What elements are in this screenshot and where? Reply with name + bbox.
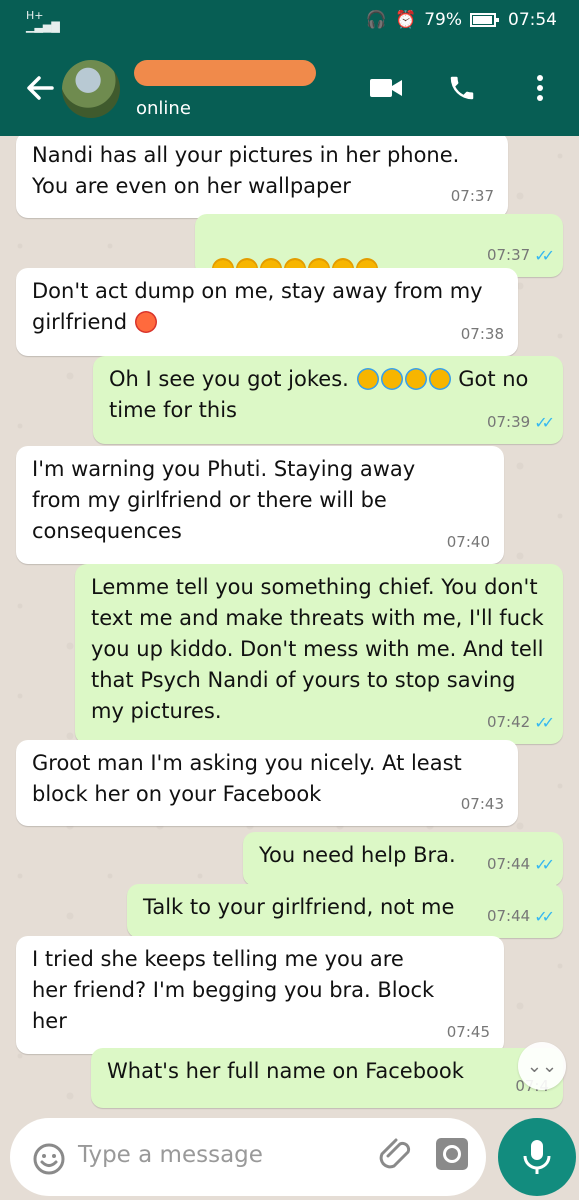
read-ticks-icon: ✓✓: [534, 713, 555, 732]
kebab-menu-icon: [537, 75, 543, 101]
video-call-button[interactable]: [366, 68, 406, 108]
double-chevron-down-icon: ⌄⌄: [526, 1055, 558, 1077]
message-time: 07:38: [460, 325, 504, 343]
message-incoming[interactable]: Nandi has all your pictures in her phone…: [16, 136, 508, 218]
battery-percent: 79%: [424, 10, 462, 30]
battery-icon: [470, 13, 499, 27]
tears-of-joy-emoji: [380, 368, 403, 390]
message-incoming[interactable]: Groot man I'm asking you nicely. At leas…: [16, 740, 518, 826]
voice-call-button[interactable]: [442, 68, 482, 108]
message-incoming[interactable]: Don't act dump on me, stay away from my …: [16, 268, 518, 356]
message-text: Don't act dump on me, stay away from my …: [32, 279, 483, 334]
angry-face-emoji: [134, 311, 157, 333]
message-outgoing[interactable]: Lemme tell you something chief. You don'…: [75, 564, 563, 744]
message-incoming[interactable]: I'm warning you Phuti. Staying away from…: [16, 446, 504, 564]
scroll-to-bottom-button[interactable]: ⌄⌄: [518, 1042, 566, 1090]
message-time: 07:43: [460, 795, 504, 813]
clock: 07:54: [508, 10, 557, 30]
alarm-icon: ⏰: [395, 10, 417, 30]
message-text: What's her full name on Facebook: [107, 1059, 464, 1083]
video-camera-icon: [370, 79, 402, 97]
back-arrow-icon[interactable]: [22, 70, 58, 106]
read-ticks-icon: ✓✓: [534, 246, 555, 265]
message-time: 07:37: [450, 187, 494, 205]
contact-status: online: [136, 98, 191, 119]
attachment-icon[interactable]: [378, 1136, 414, 1172]
message-time: 07:37 ✓✓: [487, 240, 555, 271]
message-outgoing[interactable]: Talk to your girlfriend, not me 07:44 ✓✓: [127, 884, 563, 938]
redacted-contact-name[interactable]: [134, 60, 316, 86]
voice-record-button[interactable]: [498, 1118, 576, 1196]
message-input[interactable]: Type a message: [10, 1118, 486, 1196]
message-list[interactable]: Nandi has all your pictures in her phone…: [0, 136, 579, 1118]
tears-of-joy-emoji: [428, 368, 451, 390]
message-text: Oh I see you got jokes. Got no time for …: [109, 367, 529, 422]
message-outgoing[interactable]: What's her full name on Facebook 07:4: [91, 1048, 563, 1108]
message-text: Lemme tell you something chief. You don'…: [91, 575, 544, 723]
tears-of-joy-emoji: [356, 368, 379, 390]
tears-of-joy-emoji: [404, 368, 427, 390]
status-right: 🎧 ⏰ 79% 07:54: [366, 10, 557, 30]
message-text: I tried she keeps telling me you are her…: [32, 947, 435, 1033]
camera-icon[interactable]: [434, 1136, 470, 1172]
message-time: 07:44 ✓✓: [487, 901, 555, 932]
message-time: 07:39 ✓✓: [487, 407, 555, 438]
composer: Type a message: [0, 1118, 579, 1200]
headphones-icon: 🎧: [365, 10, 388, 30]
message-text: Groot man I'm asking you nicely. At leas…: [32, 751, 462, 806]
message-outgoing[interactable]: Oh I see you got jokes. Got no time for …: [93, 356, 563, 444]
emoji-icon[interactable]: [32, 1142, 66, 1176]
read-ticks-icon: ✓✓: [534, 413, 555, 432]
network-type: H+: [26, 9, 44, 22]
signal-icon: H+ ▁▃▅▇: [26, 9, 60, 33]
message-time: 07:42 ✓✓: [487, 707, 555, 738]
message-time: 07:40: [446, 533, 490, 551]
message-time: 07:45: [446, 1023, 490, 1041]
message-placeholder: Type a message: [78, 1142, 263, 1168]
message-outgoing[interactable]: You need help Bra. 07:44 ✓✓: [243, 832, 563, 886]
read-ticks-icon: ✓✓: [534, 855, 555, 874]
chat-header: online: [0, 44, 579, 136]
microphone-icon: [523, 1140, 551, 1174]
read-ticks-icon: ✓✓: [534, 907, 555, 926]
more-options-button[interactable]: [520, 68, 560, 108]
message-time: 07:44 ✓✓: [487, 849, 555, 880]
message-incoming[interactable]: I tried she keeps telling me you are her…: [16, 936, 504, 1054]
contact-avatar[interactable]: [62, 60, 120, 118]
message-text: I'm warning you Phuti. Staying away from…: [32, 457, 416, 543]
status-bar: H+ ▁▃▅▇ 🎧 ⏰ 79% 07:54: [0, 0, 579, 44]
message-text: Nandi has all your pictures in her phone…: [32, 143, 460, 198]
phone-icon: [450, 76, 474, 100]
